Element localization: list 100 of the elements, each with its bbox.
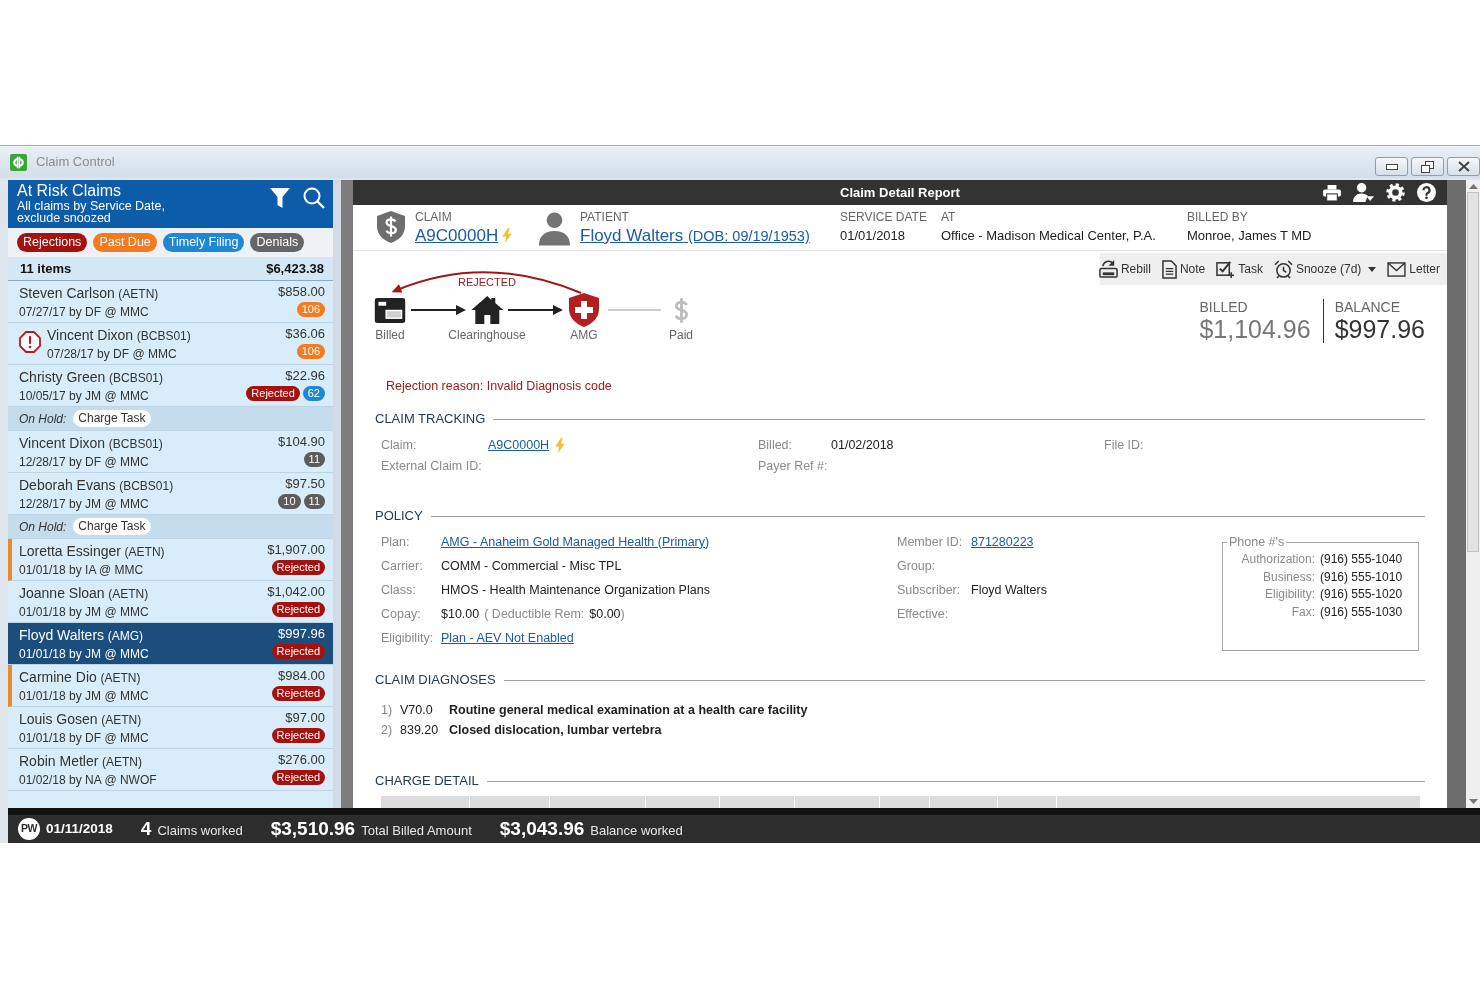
field-label: Member ID:: [897, 533, 964, 551]
rejected-label: REJECTED: [457, 276, 517, 289]
filter-chip[interactable]: Rejections: [17, 233, 88, 252]
hold-label: On Hold:: [19, 410, 67, 428]
payer-code: (AETN): [101, 713, 142, 727]
filter-button[interactable]: [270, 187, 290, 209]
toolbar-button[interactable]: Letter: [1387, 260, 1440, 278]
total-amount: $997.96: [1334, 315, 1425, 343]
payer-code: (AETN): [108, 587, 149, 601]
field-note: ): [620, 605, 625, 623]
status-badge: 62: [302, 386, 325, 401]
field-link[interactable]: Plan - AEV Not Enabled: [441, 628, 574, 648]
toolbar-button[interactable]: Rebill: [1098, 259, 1151, 279]
patient-label: PATIENT: [580, 210, 630, 225]
claim-label: CLAIM: [415, 210, 453, 225]
status-badge: Rejected: [271, 686, 325, 701]
settings-icon: [1386, 183, 1405, 202]
toolbar-button[interactable]: Task: [1216, 259, 1263, 279]
claim-list-item[interactable]: Floyd Walters (AMG) 01/01/18 by JM @ MMC $997.96 Rejected: [8, 623, 333, 665]
claim-detail: 12/28/17 by DF @ MMC: [19, 453, 150, 470]
status-badge: Rejected: [271, 644, 325, 659]
field-label: Copay:: [381, 605, 422, 623]
panel-splitter[interactable]: [333, 180, 353, 808]
initials-avatar: PW: [18, 818, 40, 840]
field-label: Plan:: [381, 533, 411, 551]
claim-amount: $997.96: [278, 625, 325, 643]
stat-value: 4: [140, 816, 152, 841]
claim-amount: $36.06: [285, 325, 325, 343]
user-menu-button[interactable]: [1353, 183, 1374, 202]
status-badge: Rejected: [271, 602, 325, 617]
filter-chip[interactable]: Denials: [250, 233, 305, 252]
diagnosis-code: 839.20: [400, 721, 440, 739]
print-button[interactable]: [1323, 184, 1341, 201]
claim-detail: 01/01/18 by JM @ MMC: [19, 603, 149, 620]
claim-list-item[interactable]: Robin Metler (AETN) 01/02/18 by NA @ NWOF $276.00 Rejected: [8, 749, 333, 791]
settings-button[interactable]: [1386, 183, 1405, 202]
patient-name: Vincent Dixon: [19, 435, 106, 451]
restore-button[interactable]: [1411, 157, 1444, 176]
claim-number-link[interactable]: A9C0000H: [415, 225, 499, 246]
claim-amount: $1,042.00: [267, 583, 325, 601]
item-count: 11 items: [20, 259, 72, 278]
claim-list-item[interactable]: Vincent Dixon (BCBS01) 12/28/17 by DF @ MMC $104.90 11: [8, 431, 333, 473]
patient-name: Vincent Dixon: [47, 327, 134, 343]
field-link[interactable]: 871280223: [971, 532, 1034, 552]
claim-amount: $104.90: [278, 433, 325, 451]
payer-code: (AETN): [102, 755, 142, 769]
phone-number: (916) 555-1020: [1320, 586, 1404, 603]
status-badge: Rejected: [271, 770, 325, 785]
search-button[interactable]: [303, 187, 325, 209]
close-button[interactable]: [1447, 157, 1480, 176]
fact-label: AT: [941, 210, 957, 225]
field-link[interactable]: AMG - Anaheim Gold Managed Health (Primary): [441, 532, 710, 552]
field-link[interactable]: A9C0000H: [488, 436, 550, 455]
phone-number: (916) 555-1010: [1320, 568, 1404, 586]
claim-amount: $984.00: [278, 667, 325, 685]
claim-detail: 01/02/18 by NA @ NWOF: [19, 771, 157, 788]
fact-value: Office - Madison Medical Center, P.A.: [941, 227, 1157, 245]
total-label: BILLED: [1199, 299, 1249, 315]
person-icon: [537, 210, 572, 246]
stat-label: Claims worked: [157, 821, 243, 840]
diagnosis-description: Closed dislocation, lumbar vertebra: [449, 721, 662, 739]
status-badge: Rejected: [271, 560, 325, 575]
section-title: CLAIM DIAGNOSES: [375, 672, 496, 688]
field-value: Floyd Walters: [971, 581, 1047, 599]
vertical-scrollbar[interactable]: [1466, 180, 1480, 808]
status-badge: Rejected: [271, 728, 325, 743]
hold-label: On Hold:: [19, 518, 67, 536]
filter-chip[interactable]: Timely Filing: [162, 233, 245, 252]
scroll-up-icon: [1468, 184, 1478, 189]
step-label: Paid: [669, 328, 693, 342]
flow-arrow: [411, 305, 466, 315]
field-label: Eligibility:: [381, 629, 435, 647]
stat-label: Balance worked: [590, 821, 683, 840]
claim-list-item[interactable]: Louis Gosen (AETN) 01/01/18 by DF @ MMC $97.00 Rejected: [8, 707, 333, 749]
restore-icon: [1421, 160, 1434, 173]
scrollbar-thumb[interactable]: [1467, 192, 1479, 552]
minimize-button[interactable]: [1375, 157, 1408, 176]
field-label: Effective:: [897, 605, 950, 623]
claim-list-item[interactable]: Vincent Dixon (BCBS01) 07/28/17 by DF @ MMC $36.06 106: [8, 323, 333, 365]
claim-detail: 07/28/17 by DF @ MMC: [47, 345, 178, 362]
claim-list-item[interactable]: Steven Carlson (AETN) 07/27/17 by DF @ MMC $858.00 106: [8, 281, 333, 323]
task-tag: Charge Task: [73, 410, 151, 427]
step-label: AMG: [570, 328, 598, 342]
field-label: ( Deductible Rem:: [484, 605, 585, 623]
toolbar-button[interactable]: Snooze (7d): [1273, 259, 1377, 279]
stat-label: Total Billed Amount: [361, 821, 472, 840]
field-value: $0.00: [589, 605, 621, 623]
search-icon: [303, 187, 325, 209]
patient-link[interactable]: Floyd Walters (DOB: 09/19/1953): [580, 226, 810, 245]
printer-icon: [1323, 184, 1341, 201]
toolbar-button[interactable]: Note: [1161, 259, 1206, 279]
user-menu-icon: [1353, 183, 1374, 202]
field-label: File ID:: [1104, 437, 1144, 455]
flow-arrow: [508, 305, 563, 315]
stat-value: $3,510.96: [270, 816, 356, 841]
document-icon: [1161, 259, 1177, 279]
section-title: POLICY: [375, 508, 423, 524]
minimize-icon: [1385, 163, 1398, 170]
payer-code: (AETN): [118, 287, 159, 301]
help-button[interactable]: [1417, 183, 1436, 202]
